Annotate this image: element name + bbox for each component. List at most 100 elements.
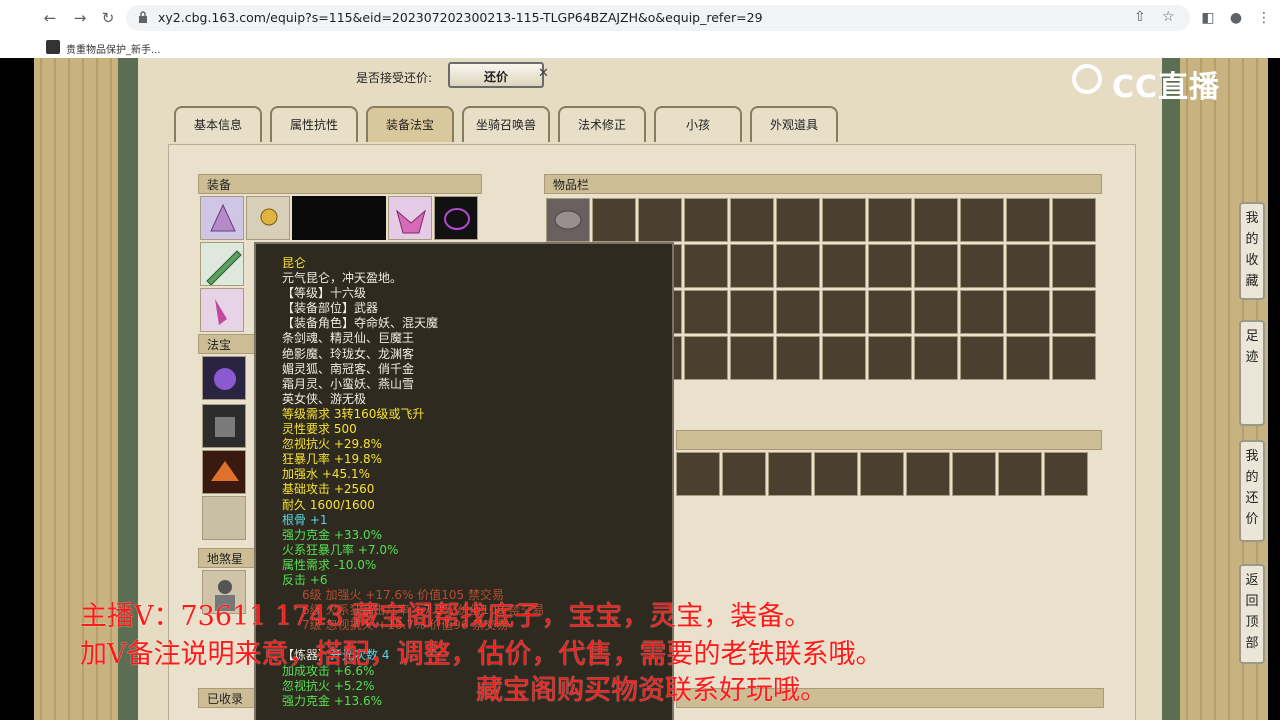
side-panel-icon[interactable]: ◧	[1198, 8, 1218, 28]
page-content: 是否接受还价: 还价 ✕ 基本信息 属性抗性 装备法宝 坐骑召唤兽 法术修正 小…	[0, 58, 1280, 720]
tooltip-stat: 加强水 +45.1%	[282, 467, 370, 482]
equip-slot-wing[interactable]	[434, 196, 478, 240]
inventory-cell[interactable]	[768, 452, 812, 496]
inventory-cell[interactable]	[1044, 452, 1088, 496]
inventory-cell[interactable]	[914, 336, 958, 380]
inventory-cell[interactable]	[960, 198, 1004, 242]
inventory-cell[interactable]	[776, 336, 820, 380]
inventory-cell[interactable]	[676, 452, 720, 496]
tab-appearance[interactable]: 外观道具	[750, 106, 838, 142]
inventory-cell[interactable]	[730, 290, 774, 334]
bookmark-item[interactable]: 贵重物品保护_新手...	[66, 41, 161, 56]
inventory-cell[interactable]	[684, 336, 728, 380]
necklace-icon	[260, 208, 278, 226]
inventory-cell[interactable]	[730, 336, 774, 380]
tooltip-req-spirit: 灵性要求 500	[282, 422, 357, 437]
inventory-cell[interactable]	[722, 452, 766, 496]
inventory-cell[interactable]	[914, 244, 958, 288]
inventory-cell[interactable]	[860, 452, 904, 496]
inventory-cell[interactable]	[546, 198, 590, 242]
tooltip-roles-line: 绝影魔、玲珑女、龙渊客	[282, 346, 415, 361]
inventory-cell[interactable]	[914, 290, 958, 334]
inventory-cell[interactable]	[1006, 290, 1050, 334]
menu-kebab-icon[interactable]: ⋮	[1254, 8, 1274, 28]
back-arrow-icon[interactable]: ←	[40, 8, 60, 28]
tab-basic-info[interactable]: 基本信息	[174, 106, 262, 142]
lock-icon	[139, 11, 147, 23]
footprint-button[interactable]: 足迹	[1239, 320, 1265, 426]
inventory-cell[interactable]	[868, 290, 912, 334]
inventory-cell[interactable]	[1006, 244, 1050, 288]
inventory-cell[interactable]	[868, 336, 912, 380]
inventory-cell[interactable]	[868, 244, 912, 288]
inventory-cell[interactable]	[822, 336, 866, 380]
inventory-cell[interactable]	[868, 198, 912, 242]
inventory-cell[interactable]	[684, 244, 728, 288]
armor-icon	[396, 209, 426, 234]
inventory-cell[interactable]	[822, 198, 866, 242]
inventory-cell[interactable]	[952, 452, 996, 496]
side-button-label: 返回顶部	[1245, 573, 1259, 651]
bookmarks-bar: 贵重物品保护_新手...	[0, 36, 1280, 59]
tab-spell-correction[interactable]: 法术修正	[558, 106, 646, 142]
inventory-cell[interactable]	[1052, 198, 1096, 242]
inventory-cell[interactable]	[684, 290, 728, 334]
close-icon[interactable]: ✕	[538, 66, 549, 81]
profile-icon[interactable]: ●	[1226, 8, 1246, 28]
equip-slot-shoes[interactable]	[200, 288, 244, 332]
offer-button[interactable]: 还价	[448, 62, 544, 88]
my-favorites-button[interactable]: 我的收藏	[1239, 202, 1265, 300]
equip-slot-helmet[interactable]	[200, 196, 244, 240]
inventory-cell[interactable]	[822, 290, 866, 334]
inventory-cell[interactable]	[822, 244, 866, 288]
inventory-cell[interactable]	[730, 244, 774, 288]
tab-child[interactable]: 小孩	[654, 106, 742, 142]
back-to-top-button[interactable]: 返回顶部	[1239, 564, 1265, 664]
equip-slot-weapon[interactable]	[200, 242, 244, 286]
tab-mounts-pets[interactable]: 坐骑召唤兽	[462, 106, 550, 142]
equip-slot-necklace[interactable]	[246, 196, 290, 240]
equip-slot-armor[interactable]	[388, 196, 432, 240]
tooltip-req-level: 等级需求 3转160级或飞升	[282, 406, 425, 421]
treasure-slot-4[interactable]	[202, 496, 246, 540]
inventory-cell[interactable]	[730, 198, 774, 242]
inventory-cell[interactable]	[776, 198, 820, 242]
inventory-cell[interactable]	[1052, 244, 1096, 288]
inventory-cell[interactable]	[906, 452, 950, 496]
treasure-slot-1[interactable]	[202, 356, 246, 400]
inventory-cell[interactable]	[1006, 336, 1050, 380]
inventory-cell[interactable]	[592, 198, 636, 242]
my-offers-button[interactable]: 我的还价	[1239, 440, 1265, 542]
reload-icon[interactable]: ↻	[98, 8, 118, 28]
share-icon[interactable]: ⇧	[1134, 9, 1146, 25]
treasure-slot-3[interactable]	[202, 450, 246, 494]
tab-attributes[interactable]: 属性抗性	[270, 106, 358, 142]
inventory-cell[interactable]	[914, 198, 958, 242]
inventory-cell[interactable]	[776, 244, 820, 288]
forward-arrow-icon[interactable]: →	[70, 8, 90, 28]
address-bar[interactable]: xy2.cbg.163.com/equip?s=115&eid=20230720…	[126, 5, 1190, 31]
treasure-icon	[214, 368, 236, 390]
overlay-line-1: 主播V：73611 1743 藏宝阁帮找底子，宝宝，灵宝，装备。	[80, 601, 812, 632]
inventory-cell[interactable]	[814, 452, 858, 496]
inventory-cell[interactable]	[638, 198, 682, 242]
inventory-cell[interactable]	[960, 290, 1004, 334]
tooltip-level: 【等级】十六级	[282, 286, 367, 301]
bookmark-star-icon[interactable]: ☆	[1162, 9, 1175, 25]
url-text: xy2.cbg.163.com/equip?s=115&eid=20230720…	[158, 10, 763, 25]
treasure-slot-2[interactable]	[202, 404, 246, 448]
inventory-cell[interactable]	[960, 336, 1004, 380]
inventory-cell[interactable]	[960, 244, 1004, 288]
helmet-icon	[210, 203, 236, 232]
tab-equipment[interactable]: 装备法宝	[366, 106, 454, 142]
tooltip-roles-line: 条剑魂、精灵仙、巨魔王	[282, 331, 415, 346]
accept-offer-label: 是否接受还价:	[356, 71, 433, 85]
inventory-cell[interactable]	[1052, 336, 1096, 380]
tooltip-green-stat: 反击 +6	[282, 572, 328, 587]
tooltip-green-stat: 强力克金 +33.0%	[282, 527, 382, 542]
inventory-cell[interactable]	[1006, 198, 1050, 242]
inventory-cell[interactable]	[1052, 290, 1096, 334]
inventory-cell[interactable]	[776, 290, 820, 334]
inventory-cell[interactable]	[684, 198, 728, 242]
inventory-cell[interactable]	[998, 452, 1042, 496]
